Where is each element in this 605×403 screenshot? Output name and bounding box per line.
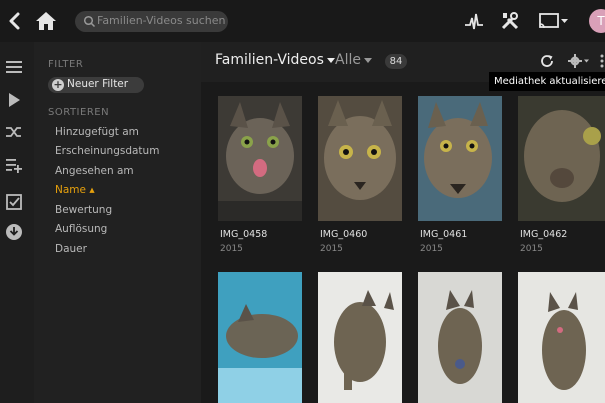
- refresh-tooltip: Mediathek aktualisieren: [489, 72, 605, 91]
- sort-item-name[interactable]: Name ▴: [55, 184, 95, 196]
- home-icon[interactable]: [34, 8, 58, 34]
- sort-item-rating[interactable]: Bewertung: [55, 204, 112, 216]
- view-filter-dropdown[interactable]: Alle: [335, 52, 372, 68]
- cat-photo: [418, 272, 502, 403]
- sort-item-viewed[interactable]: Angesehen am: [55, 165, 134, 177]
- thumbnail-title[interactable]: IMG_0462: [520, 229, 567, 240]
- chevron-down-icon: [363, 57, 372, 63]
- library-selector[interactable]: Familien-Videos: [215, 52, 335, 68]
- thumbnail-title[interactable]: IMG_0461: [420, 229, 467, 240]
- plus-icon: +: [52, 78, 64, 91]
- search-icon: [83, 15, 96, 28]
- new-filter-label: Neuer Filter: [67, 78, 129, 90]
- cat-photo: [218, 96, 302, 221]
- video-thumbnail-img-0462[interactable]: [518, 96, 605, 223]
- back-arrow-icon[interactable]: [4, 8, 24, 34]
- sort-item-duration[interactable]: Dauer: [55, 243, 87, 255]
- view-filter-label: Alle: [335, 52, 361, 68]
- playlist-add-icon[interactable]: [5, 156, 23, 174]
- refresh-icon[interactable]: [539, 53, 555, 69]
- more-options-icon[interactable]: [599, 53, 605, 69]
- cat-photo: [418, 96, 502, 221]
- thumbnail-year: 2015: [420, 244, 443, 254]
- icon-rail: [0, 42, 34, 403]
- activity-icon[interactable]: [463, 10, 485, 32]
- new-filter-button[interactable]: + Neuer Filter: [48, 77, 144, 93]
- video-thumbnail[interactable]: [518, 272, 605, 403]
- menu-icon[interactable]: [5, 58, 23, 76]
- select-checkbox-icon[interactable]: [5, 193, 23, 211]
- search-placeholder: Familien-Videos suchen: [97, 14, 226, 27]
- library-title: Familien-Videos: [215, 52, 324, 68]
- cat-photo: [218, 272, 302, 403]
- settings-gear-icon[interactable]: [567, 53, 591, 69]
- cat-photo: [318, 96, 402, 221]
- thumbnail-title[interactable]: IMG_0458: [220, 229, 267, 240]
- thumbnail-year: 2015: [320, 244, 343, 254]
- cat-photo: [318, 272, 402, 403]
- thumbnail-year: 2015: [220, 244, 243, 254]
- sort-item-added[interactable]: Hinzugefügt am: [55, 126, 139, 138]
- user-avatar[interactable]: T: [589, 9, 605, 33]
- thumbnail-title[interactable]: IMG_0460: [320, 229, 367, 240]
- filter-section-heading: FILTER: [48, 59, 84, 70]
- video-thumbnail[interactable]: [318, 272, 402, 403]
- thumbnail-year: 2015: [520, 244, 543, 254]
- top-bar: Familien-Videos suchen T: [0, 0, 605, 42]
- play-icon[interactable]: [5, 91, 23, 109]
- sort-section-heading: SORTIEREN: [48, 107, 110, 118]
- download-icon[interactable]: [5, 223, 23, 241]
- search-field[interactable]: Familien-Videos suchen: [75, 11, 228, 32]
- video-thumbnail[interactable]: [218, 272, 302, 403]
- chevron-down-icon: [326, 57, 335, 63]
- video-thumbnail-img-0461[interactable]: [418, 96, 502, 223]
- video-thumbnail-img-0458[interactable]: [218, 96, 302, 223]
- video-thumbnail[interactable]: [418, 272, 502, 403]
- cat-photo: [518, 272, 605, 403]
- video-thumbnail-img-0460[interactable]: [318, 96, 402, 223]
- shuffle-icon[interactable]: [5, 123, 23, 141]
- filter-panel: FILTER + Neuer Filter SORTIEREN Hinzugef…: [34, 42, 201, 403]
- sort-item-resolution[interactable]: Auflösung: [55, 223, 107, 235]
- cat-photo: [518, 96, 605, 221]
- item-count-badge: 84: [385, 54, 407, 69]
- sort-item-release-date[interactable]: Erscheinungsdatum: [55, 145, 159, 157]
- tools-icon[interactable]: [499, 10, 521, 32]
- cast-icon[interactable]: [537, 10, 569, 32]
